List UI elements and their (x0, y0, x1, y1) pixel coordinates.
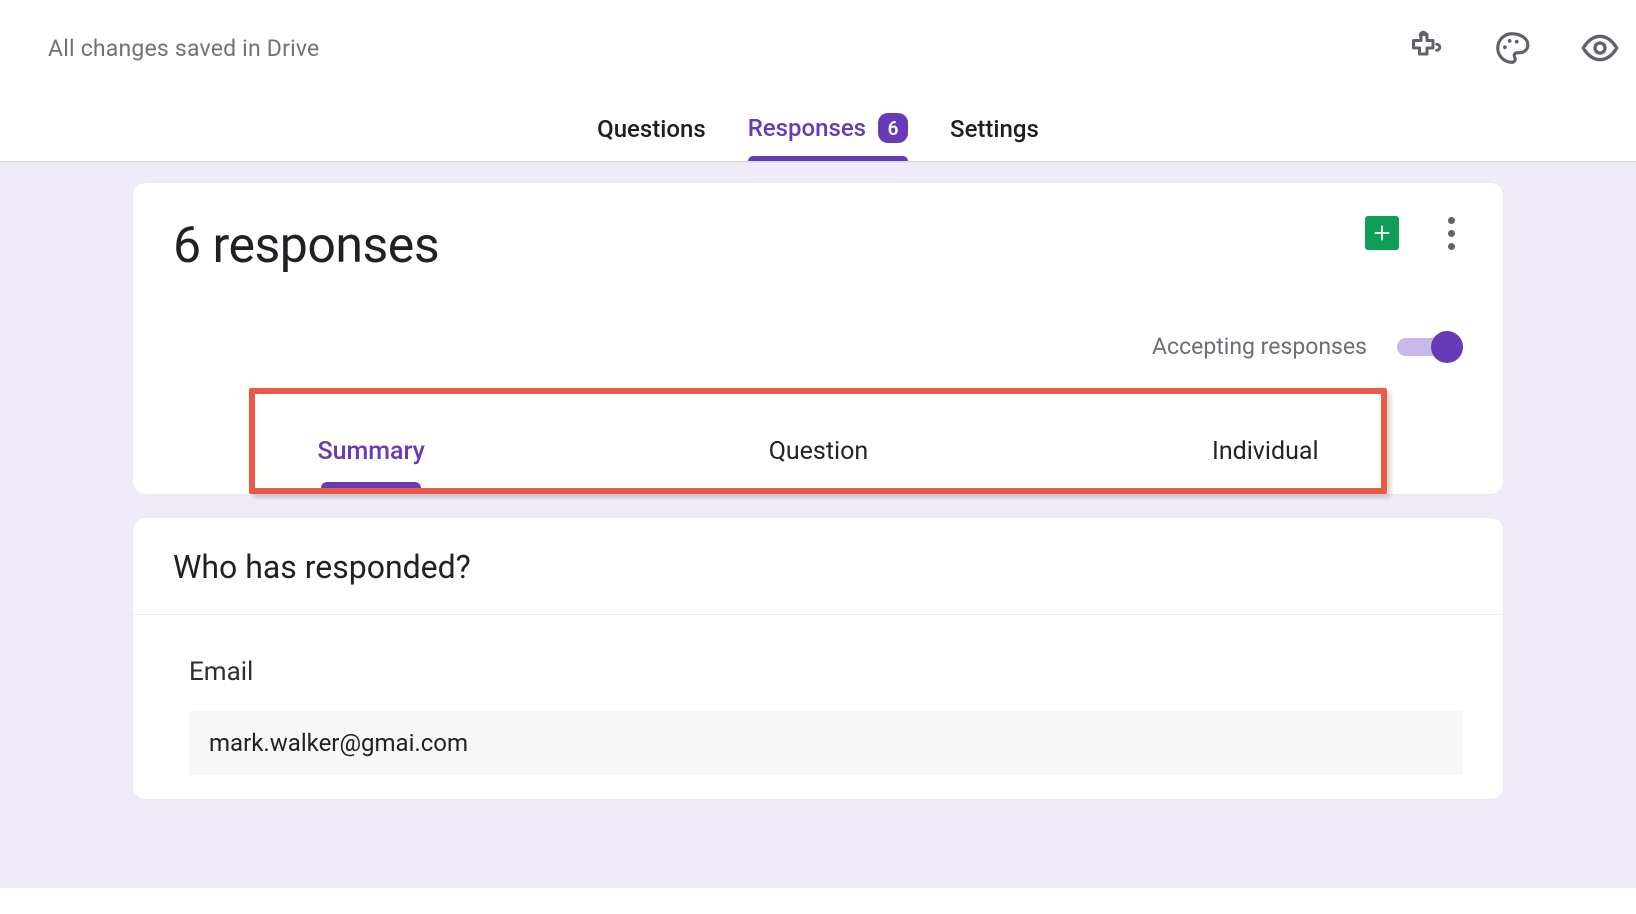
respondent-email: mark.walker@gmai.com (189, 711, 1463, 775)
subtab-question[interactable]: Question (769, 437, 868, 488)
accepting-responses-toggle[interactable] (1397, 338, 1455, 356)
more-menu-icon[interactable] (1439, 213, 1463, 253)
tab-questions[interactable]: Questions (597, 103, 706, 161)
responses-card: 6 responses Accepting responses (133, 183, 1503, 494)
email-column-label: Email (189, 657, 1463, 687)
responses-count-badge: 6 (878, 113, 908, 143)
accepting-responses-label: Accepting responses (1152, 333, 1367, 360)
preview-icon[interactable] (1580, 28, 1620, 68)
sheets-icon[interactable] (1365, 216, 1399, 250)
who-responded-card: Who has responded? Email mark.walker@gma… (133, 518, 1503, 799)
addons-icon[interactable] (1404, 28, 1444, 68)
tab-responses-label: Responses (748, 114, 866, 142)
subtab-individual[interactable]: Individual (1212, 437, 1319, 488)
response-subtabs: Summary Question Individual (255, 394, 1380, 488)
subtab-summary[interactable]: Summary (317, 437, 424, 488)
subtab-highlight-box: Summary Question Individual (249, 388, 1386, 494)
palette-icon[interactable] (1492, 28, 1532, 68)
responses-title: 6 responses (173, 217, 439, 275)
tab-settings[interactable]: Settings (950, 103, 1039, 161)
save-status: All changes saved in Drive (48, 35, 319, 62)
main-tabs: Questions Responses 6 Settings (0, 104, 1636, 162)
who-responded-title: Who has responded? (133, 518, 1503, 615)
tab-responses[interactable]: Responses 6 (748, 101, 908, 161)
